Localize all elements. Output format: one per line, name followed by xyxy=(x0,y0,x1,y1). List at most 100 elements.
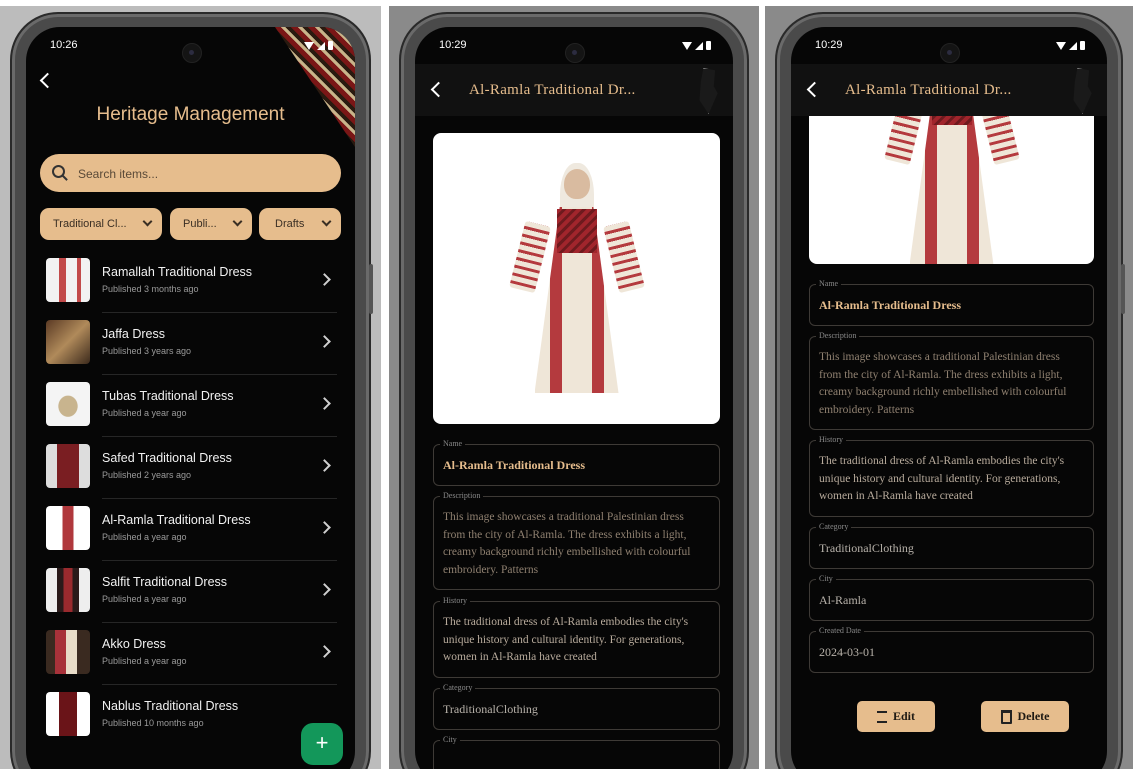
category-filter-dropdown[interactable]: Traditional Cl... xyxy=(40,208,162,240)
chevron-right-icon xyxy=(318,335,331,348)
list-item[interactable]: Jaffa Dress Published 3 years ago xyxy=(46,313,337,375)
item-published-time: Published a year ago xyxy=(102,594,187,604)
list-item[interactable]: Salfit Traditional Dress Published a yea… xyxy=(46,561,337,623)
wifi-icon xyxy=(682,41,692,50)
front-camera xyxy=(181,43,202,63)
city-value: Al-Ramla xyxy=(819,593,867,607)
delete-button-label: Delete xyxy=(1017,709,1050,723)
search-bar[interactable] xyxy=(40,154,341,194)
name-value: Al-Ramla Traditional Dress xyxy=(443,458,586,472)
status-time: 10:26 xyxy=(50,39,78,51)
chevron-down-icon xyxy=(232,216,243,227)
field-label: City xyxy=(440,735,460,744)
wifi-icon xyxy=(304,41,314,50)
description-field: Description This image showcases a tradi… xyxy=(433,491,720,590)
list-item[interactable]: Akko Dress Published a year ago xyxy=(46,623,337,685)
item-thumbnail xyxy=(46,568,90,612)
item-published-time: Published 3 months ago xyxy=(102,284,199,294)
search-icon xyxy=(52,165,65,178)
edit-icon xyxy=(876,710,887,723)
item-thumbnail xyxy=(46,506,90,550)
city-field: City xyxy=(433,735,720,769)
volume-button xyxy=(369,264,373,314)
detail-screen-panel: 10:29 Al-Ramla Traditional Dr... Name Al… xyxy=(389,6,759,769)
chevron-down-icon xyxy=(142,216,153,227)
city-field: City Al-Ramla xyxy=(809,574,1094,621)
item-thumbnail xyxy=(46,258,90,302)
delete-button[interactable]: Delete xyxy=(981,701,1069,732)
status-time: 10:29 xyxy=(439,39,467,51)
signal-icon xyxy=(695,41,703,50)
front-camera xyxy=(565,43,585,63)
item-thumbnail xyxy=(46,692,90,736)
page-title: Al-Ramla Traditional Dr... xyxy=(845,82,1012,98)
item-name: Tubas Traditional Dress xyxy=(102,389,234,403)
created-date-value: 2024-03-01 xyxy=(819,645,875,659)
item-thumbnail xyxy=(46,444,90,488)
field-label: Description xyxy=(440,491,484,500)
back-arrow-icon[interactable] xyxy=(39,72,56,89)
item-name: Akko Dress xyxy=(102,637,166,651)
app-bar: Al-Ramla Traditional Dr... xyxy=(415,64,733,116)
item-name: Ramallah Traditional Dress xyxy=(102,265,253,279)
description-text: This image showcases a traditional Pales… xyxy=(819,351,1067,416)
edit-button-label: Edit xyxy=(892,709,915,723)
wifi-icon xyxy=(1056,41,1066,50)
list-screen-panel: 10:26 Heritage Management Traditional Cl… xyxy=(0,6,381,769)
field-label: Category xyxy=(440,683,476,692)
filter-label: Publi... xyxy=(183,218,217,230)
filter-bar: Traditional Cl... Publi... Drafts xyxy=(40,208,341,240)
list-item[interactable]: Al-Ramla Traditional Dress Published a y… xyxy=(46,499,337,561)
name-value: Al-Ramla Traditional Dress xyxy=(819,298,962,312)
description-text: This image showcases a traditional Pales… xyxy=(443,511,691,576)
status-filter-dropdown[interactable]: Publi... xyxy=(170,208,252,240)
field-label: Name xyxy=(816,279,842,288)
chevron-down-icon xyxy=(321,216,332,227)
back-arrow-icon[interactable] xyxy=(430,81,447,98)
field-label: History xyxy=(816,435,846,444)
battery-icon xyxy=(328,41,333,50)
battery-icon xyxy=(1080,41,1085,50)
search-input[interactable] xyxy=(76,154,320,194)
item-thumbnail xyxy=(46,630,90,674)
list-item[interactable]: Tubas Traditional Dress Published a year… xyxy=(46,375,337,437)
history-field: History The traditional dress of Al-Raml… xyxy=(433,596,720,678)
created-date-field: Created Date 2024-03-01 xyxy=(809,626,1094,673)
add-item-button[interactable]: + xyxy=(301,723,343,765)
field-label: Created Date xyxy=(816,626,864,635)
item-name: Al-Ramla Traditional Dress xyxy=(102,513,251,527)
chevron-right-icon xyxy=(318,645,331,658)
category-field: Category TraditionalClothing xyxy=(809,522,1094,569)
item-name: Jaffa Dress xyxy=(102,327,165,341)
category-field: Category TraditionalClothing xyxy=(433,683,720,730)
detail-screen-scrolled-panel: 10:29 Al-Ramla Traditional Dr... Name Al… xyxy=(765,6,1133,769)
back-arrow-icon[interactable] xyxy=(806,81,823,98)
list-item[interactable]: Ramallah Traditional Dress Published 3 m… xyxy=(46,251,337,313)
phone-frame: 10:26 Heritage Management Traditional Cl… xyxy=(10,12,373,769)
field-label: Category xyxy=(816,522,852,531)
field-label: Description xyxy=(816,331,860,340)
history-text: The traditional dress of Al-Ramla embodi… xyxy=(819,455,1065,502)
item-published-time: Published a year ago xyxy=(102,532,187,542)
phone-screen: 10:29 Al-Ramla Traditional Dr... Name Al… xyxy=(791,27,1107,769)
phone-screen: 10:29 Al-Ramla Traditional Dr... Name Al… xyxy=(415,27,733,769)
signal-icon xyxy=(1069,41,1077,50)
drafts-filter-dropdown[interactable]: Drafts xyxy=(259,208,341,240)
category-value: TraditionalClothing xyxy=(819,541,914,555)
signal-icon xyxy=(317,41,325,50)
list-item[interactable]: Nablus Traditional Dress Published 10 mo… xyxy=(46,685,337,747)
phone-screen: 10:26 Heritage Management Traditional Cl… xyxy=(26,27,355,769)
trash-icon xyxy=(1000,709,1012,724)
page-title: Heritage Management xyxy=(96,104,285,125)
item-name: Salfit Traditional Dress xyxy=(102,575,228,589)
item-name: Safed Traditional Dress xyxy=(102,451,232,465)
app-bar: Al-Ramla Traditional Dr... xyxy=(791,64,1107,116)
edit-button[interactable]: Edit xyxy=(857,701,935,732)
phone-frame: 10:29 Al-Ramla Traditional Dr... Name Al… xyxy=(775,12,1125,769)
list-item[interactable]: Safed Traditional Dress Published 2 year… xyxy=(46,437,337,499)
palestine-map-icon xyxy=(1073,68,1092,114)
chevron-right-icon xyxy=(318,459,331,472)
category-value: TraditionalClothing xyxy=(443,702,538,716)
chevron-right-icon xyxy=(318,521,331,534)
field-label: City xyxy=(816,574,836,583)
